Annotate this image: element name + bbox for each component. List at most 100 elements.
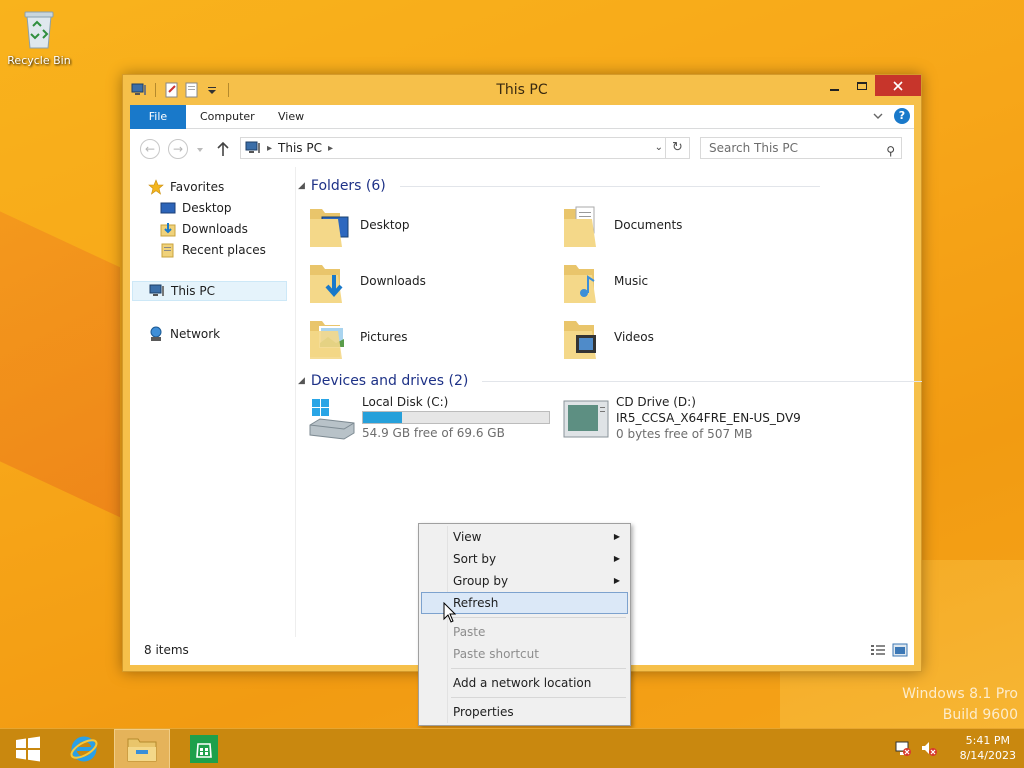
refresh-icon[interactable]: ↻ xyxy=(665,138,689,158)
menu-item-add-network-location[interactable]: Add a network location xyxy=(421,672,628,694)
desktop-folder-icon xyxy=(310,209,349,247)
group-header-folders[interactable]: ◢ Folders (6) xyxy=(298,176,820,196)
menu-item-properties[interactable]: Properties xyxy=(421,701,628,723)
details-view-icon[interactable] xyxy=(870,642,886,658)
recycle-bin-icon xyxy=(24,11,54,49)
folder-name: Documents xyxy=(614,218,683,232)
desktop-icon-label: Recycle Bin xyxy=(7,54,71,67)
menu-item-paste-shortcut: Paste shortcut xyxy=(421,643,628,665)
title-bar[interactable]: This PC xyxy=(123,75,921,105)
nav-item-desktop[interactable]: Desktop xyxy=(160,198,232,218)
folder-name: Music xyxy=(614,274,649,288)
folder-tile-downloads[interactable]: Downloads xyxy=(308,255,548,307)
nav-item-favorites[interactable]: Favorites xyxy=(148,177,224,197)
drive-name: Local Disk (C:) xyxy=(362,395,449,409)
tab-computer[interactable]: Computer xyxy=(188,105,267,129)
close-button[interactable] xyxy=(875,75,921,96)
drive-tile-cd-drive[interactable]: CD Drive (D:) IR5_CCSA_X64FRE_EN-US_DV9 … xyxy=(562,395,812,447)
menu-item-view[interactable]: View ▶ xyxy=(421,526,628,548)
drive-free-space: 54.9 GB free of 69.6 GB xyxy=(362,426,505,440)
menu-item-label: Paste shortcut xyxy=(453,647,539,661)
address-bar[interactable]: ▸ This PC ▸ ⌄ ↻ xyxy=(240,137,690,159)
collapse-icon[interactable]: ◢ xyxy=(298,181,305,191)
menu-item-label: View xyxy=(453,530,482,544)
capacity-bar xyxy=(362,411,550,424)
taskbar-clock[interactable]: 5:41 PM 8/14/2023 xyxy=(960,733,1016,763)
volume-muted-icon[interactable] xyxy=(920,739,938,757)
pictures-folder-icon xyxy=(310,321,345,359)
taskbar-store[interactable] xyxy=(176,729,232,768)
collapse-icon[interactable]: ◢ xyxy=(298,376,305,386)
menu-item-label: Add a network location xyxy=(453,676,592,690)
forward-button[interactable]: → xyxy=(168,139,188,159)
maximize-button[interactable] xyxy=(848,75,875,96)
menu-separator xyxy=(451,697,626,698)
address-segment[interactable]: This PC xyxy=(278,141,322,155)
computer-icon xyxy=(245,141,260,153)
submenu-arrow-icon: ▶ xyxy=(613,554,620,563)
folder-tile-documents[interactable]: Documents xyxy=(562,199,802,251)
menu-item-label: Paste xyxy=(453,625,486,639)
group-header-devices[interactable]: ◢ Devices and drives (2) xyxy=(298,371,923,391)
menu-item-sort-by[interactable]: Sort by ▶ xyxy=(421,548,628,570)
taskbar-file-explorer[interactable] xyxy=(114,729,170,768)
tab-view[interactable]: View xyxy=(266,105,316,129)
chevron-right-icon[interactable]: ▸ xyxy=(328,143,333,154)
window-controls xyxy=(821,75,921,96)
folder-tile-pictures[interactable]: Pictures xyxy=(308,311,548,363)
folder-tile-videos[interactable]: Videos xyxy=(562,311,802,363)
downloads-icon xyxy=(160,223,176,237)
clock-date: 8/14/2023 xyxy=(959,749,1016,762)
start-button[interactable] xyxy=(0,729,56,768)
folder-tile-music[interactable]: Music xyxy=(562,255,802,307)
back-button[interactable]: ← xyxy=(140,139,160,159)
folder-tile-desktop[interactable]: Desktop xyxy=(308,199,548,251)
nav-item-recent-places[interactable]: Recent places xyxy=(160,240,266,260)
desktop-icon-recycle-bin[interactable]: Recycle Bin xyxy=(6,6,72,67)
help-icon[interactable]: ? xyxy=(894,108,910,124)
navigation-pane: Favorites Desktop Downloads Recent place… xyxy=(130,167,296,637)
menu-item-label: Properties xyxy=(453,705,514,719)
nav-label: Downloads xyxy=(182,222,248,236)
music-folder-icon xyxy=(564,265,596,303)
nav-label: Favorites xyxy=(170,180,225,194)
menu-item-label: Group by xyxy=(453,574,509,588)
search-input[interactable]: Search This PC ⚲ xyxy=(700,137,902,159)
taskbar-internet-explorer[interactable] xyxy=(56,729,112,768)
taskbar: 5:41 PM 8/14/2023 xyxy=(0,728,1024,768)
desktop-icon xyxy=(160,202,176,214)
submenu-arrow-icon: ▶ xyxy=(613,532,620,541)
close-icon xyxy=(893,80,903,91)
ribbon-right-controls: ? xyxy=(872,108,910,124)
videos-folder-icon xyxy=(564,321,596,359)
internet-explorer-icon xyxy=(70,736,98,762)
network-icon xyxy=(150,326,162,341)
recent-locations-icon[interactable] xyxy=(196,146,204,154)
nav-item-network[interactable]: Network xyxy=(148,324,220,344)
drive-free-space: 0 bytes free of 507 MB xyxy=(616,427,753,441)
downloads-folder-icon xyxy=(310,265,343,303)
network-status-icon[interactable] xyxy=(894,739,912,757)
local-disk-icon xyxy=(309,399,355,440)
nav-label: Recent places xyxy=(182,243,266,257)
nav-item-this-pc[interactable]: This PC xyxy=(132,281,287,301)
window-title: This PC xyxy=(496,82,548,98)
ribbon-tabs: File Computer View ? xyxy=(130,105,914,129)
search-placeholder: Search This PC xyxy=(709,141,798,155)
nav-item-downloads[interactable]: Downloads xyxy=(160,219,248,239)
maximize-icon xyxy=(856,81,867,90)
chevron-right-icon[interactable]: ▸ xyxy=(267,143,272,154)
minimize-button[interactable] xyxy=(821,75,848,96)
menu-item-group-by[interactable]: Group by ▶ xyxy=(421,570,628,592)
tab-file[interactable]: File xyxy=(130,105,186,129)
drive-tile-local-disk[interactable]: Local Disk (C:) 54.9 GB free of 69.6 GB xyxy=(308,395,558,447)
up-arrow-icon[interactable] xyxy=(216,141,230,157)
address-dropdown-icon[interactable]: ⌄ xyxy=(655,138,663,158)
large-icons-view-icon[interactable] xyxy=(892,642,908,658)
menu-separator xyxy=(451,617,626,618)
os-watermark: Windows 8.1 Pro Build 9600 xyxy=(902,684,1018,726)
search-icon[interactable]: ⚲ xyxy=(886,141,895,161)
expand-ribbon-icon[interactable] xyxy=(872,110,884,122)
drive-volume-label: IR5_CCSA_X64FRE_EN-US_DV9 xyxy=(616,411,801,425)
nav-label: Network xyxy=(170,327,221,341)
